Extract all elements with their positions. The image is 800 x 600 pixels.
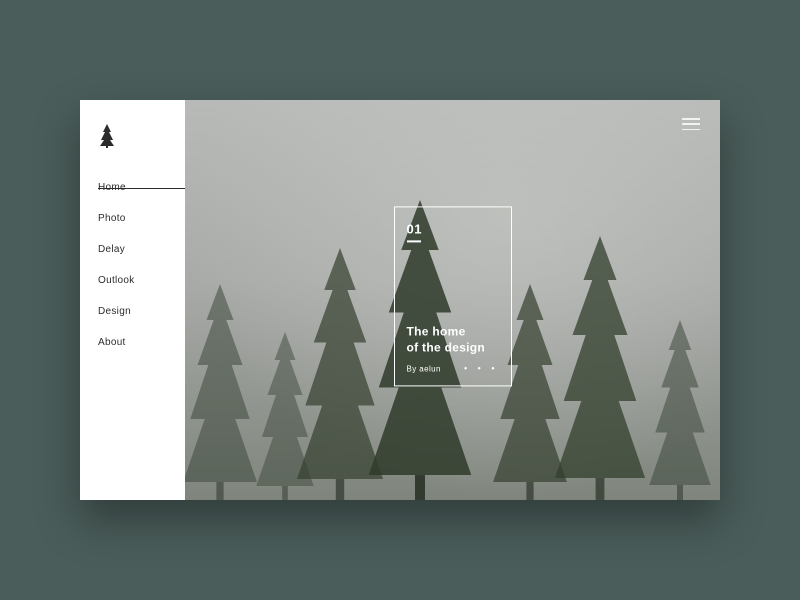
frame-byline: By aelun	[407, 364, 441, 373]
tree-silhouette	[185, 284, 261, 500]
frame-spacer	[407, 242, 499, 323]
frame-number-text: 01	[407, 221, 499, 236]
frame-pagination-dots[interactable]: • • •	[464, 363, 498, 373]
hamburger-menu-icon[interactable]	[682, 118, 700, 130]
frame-title-line2: of the design	[407, 339, 499, 355]
hero-image: 01 The home of the design By aelun • • •	[185, 100, 720, 500]
nav-item-outlook[interactable]: Outlook	[98, 275, 171, 286]
tree-silhouette	[551, 236, 650, 500]
sidebar: Home Photo Delay Outlook Design About	[80, 100, 185, 500]
nav-item-home[interactable]: Home	[98, 182, 171, 193]
nav-item-about[interactable]: About	[98, 337, 171, 348]
nav-item-photo[interactable]: Photo	[98, 213, 171, 224]
tree-logo-icon	[98, 124, 116, 148]
frame-title: The home of the design	[407, 323, 499, 355]
frame-byline-row: By aelun • • •	[407, 363, 499, 373]
app-window: Home Photo Delay Outlook Design About	[80, 100, 720, 500]
hero-frame: 01 The home of the design By aelun • • •	[394, 206, 512, 386]
frame-title-line1: The home	[407, 323, 499, 339]
nav-item-design[interactable]: Design	[98, 306, 171, 317]
tree-silhouette	[646, 320, 714, 500]
nav-item-delay[interactable]: Delay	[98, 244, 171, 255]
sidebar-nav: Home Photo Delay Outlook Design About	[98, 182, 171, 348]
frame-number: 01	[407, 221, 499, 242]
